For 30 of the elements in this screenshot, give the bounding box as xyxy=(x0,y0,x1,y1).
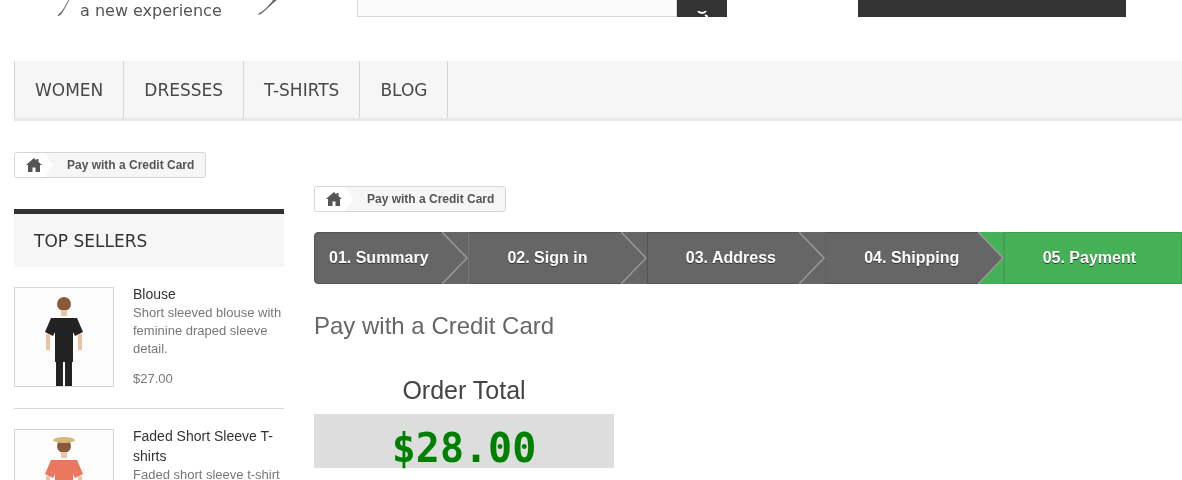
order-total-amount: $28.00 xyxy=(314,414,614,468)
search-button[interactable] xyxy=(676,0,727,17)
menu-item[interactable]: BLOG xyxy=(360,61,449,118)
product-description: Faded short sleeve t-shirt xyxy=(133,466,281,480)
page-title: Pay with a Credit Card xyxy=(314,312,556,340)
breadcrumb-current: Pay with a Credit Card xyxy=(366,192,496,206)
order-total-label: Order Total xyxy=(401,376,527,405)
chevron-icon xyxy=(799,232,826,284)
home-icon xyxy=(326,192,342,206)
product-description: Short sleeved blouse with feminine draped sleeve detail. xyxy=(133,304,283,358)
home-link[interactable] xyxy=(15,153,53,177)
home-icon xyxy=(26,158,42,172)
search-icon xyxy=(695,11,708,17)
logo-swoosh-drawing xyxy=(56,0,70,17)
menu-item[interactable]: T-SHIRTS xyxy=(244,61,361,118)
search-field[interactable] xyxy=(356,0,677,17)
menu-item[interactable]: WOMEN xyxy=(14,61,125,118)
logo-tagline: a new experience xyxy=(80,3,222,19)
product-price: $27.00 xyxy=(133,371,174,386)
chevron-icon xyxy=(442,232,469,284)
home-link[interactable] xyxy=(315,187,353,211)
chevron-icon xyxy=(977,232,1004,284)
product-name[interactable]: Faded Short Sleeve T-shirts xyxy=(133,426,284,466)
checkout-step[interactable]: 01. Summary xyxy=(314,232,469,284)
product-name[interactable]: Blouse xyxy=(133,284,284,304)
sidebar-heading: TOP SELLERS xyxy=(14,209,284,267)
logo-swoosh-drawing xyxy=(256,0,277,15)
chevron-icon xyxy=(620,232,647,284)
menu-item[interactable]: DRESSES xyxy=(124,61,245,118)
breadcrumb-current: Pay with a Credit Card xyxy=(66,158,196,172)
